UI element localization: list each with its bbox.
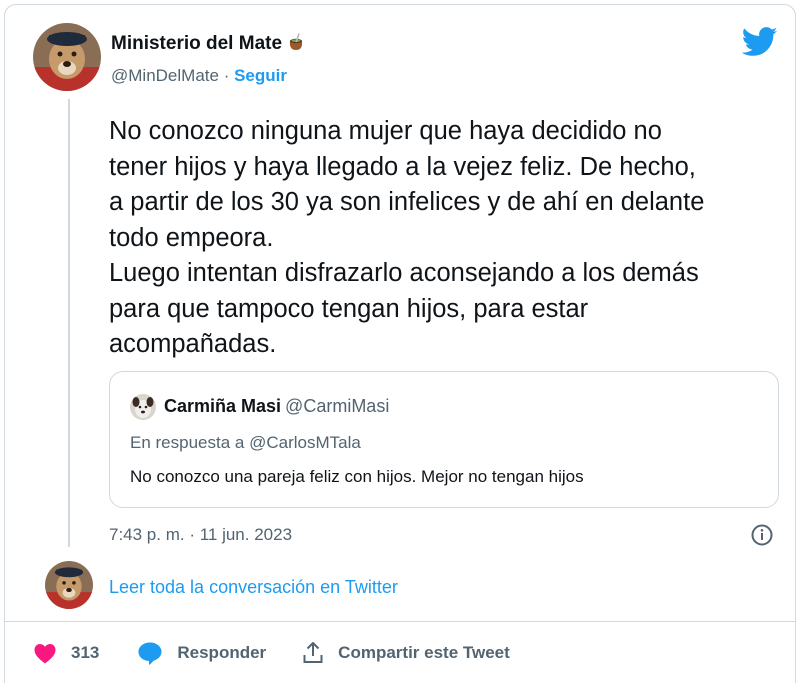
quoted-author: Carmiña Masi @CarmiMasi — [164, 396, 389, 417]
share-button[interactable]: Compartir este Tweet — [302, 641, 510, 665]
reply-label: Responder — [177, 643, 267, 662]
author-name[interactable]: Ministerio del Mate — [111, 32, 306, 58]
tweet-timestamp[interactable]: 7:43 p. m. · 11 jun. 2023 — [109, 525, 292, 545]
reply-bubble-icon — [138, 642, 162, 665]
quoted-author-handle[interactable]: @CarmiMasi — [285, 396, 389, 416]
author-handle-row: @MinDelMate · Seguir — [111, 66, 287, 86]
handle-separator: · — [223, 66, 230, 85]
like-button[interactable]: 313 — [33, 642, 99, 664]
author-name-text[interactable]: Ministerio del Mate — [111, 33, 282, 54]
quoted-author-name[interactable]: Carmiña Masi — [164, 396, 281, 416]
heart-icon — [34, 644, 56, 664]
author-handle[interactable]: @MinDelMate — [111, 66, 219, 85]
quoted-reply-context: En respuesta a @CarlosMTala — [130, 433, 361, 452]
reply-author-avatar[interactable] — [45, 561, 93, 609]
twitter-bird-icon[interactable] — [741, 27, 778, 57]
read-conversation-link[interactable]: Leer toda la conversación en Twitter — [109, 577, 398, 598]
actions-divider — [5, 621, 795, 622]
quoted-author-avatar[interactable] — [130, 394, 156, 420]
like-count: 313 — [71, 643, 100, 662]
tweet-embed-card: Ministerio del Mate @MinDelMate · Seguir… — [4, 4, 796, 683]
share-upload-icon — [303, 642, 323, 663]
quoted-tweet[interactable]: Carmiña Masi @CarmiMasi En respuesta a @C… — [109, 371, 779, 508]
tweet-text: No conozco ninguna mujer que haya decidi… — [109, 117, 705, 358]
tweet-actions: 313 Responder Compartir este Tweet — [33, 635, 510, 671]
follow-button[interactable]: Seguir — [234, 66, 287, 85]
info-icon[interactable] — [750, 523, 774, 547]
thread-connector-line — [68, 99, 70, 547]
author-avatar[interactable] — [33, 23, 101, 91]
mate-gourd-icon — [286, 32, 306, 58]
quoted-tweet-text: No conozco una pareja feliz con hijos. M… — [130, 467, 584, 486]
share-label: Compartir este Tweet — [338, 643, 510, 662]
reply-button[interactable]: Responder — [137, 641, 266, 665]
